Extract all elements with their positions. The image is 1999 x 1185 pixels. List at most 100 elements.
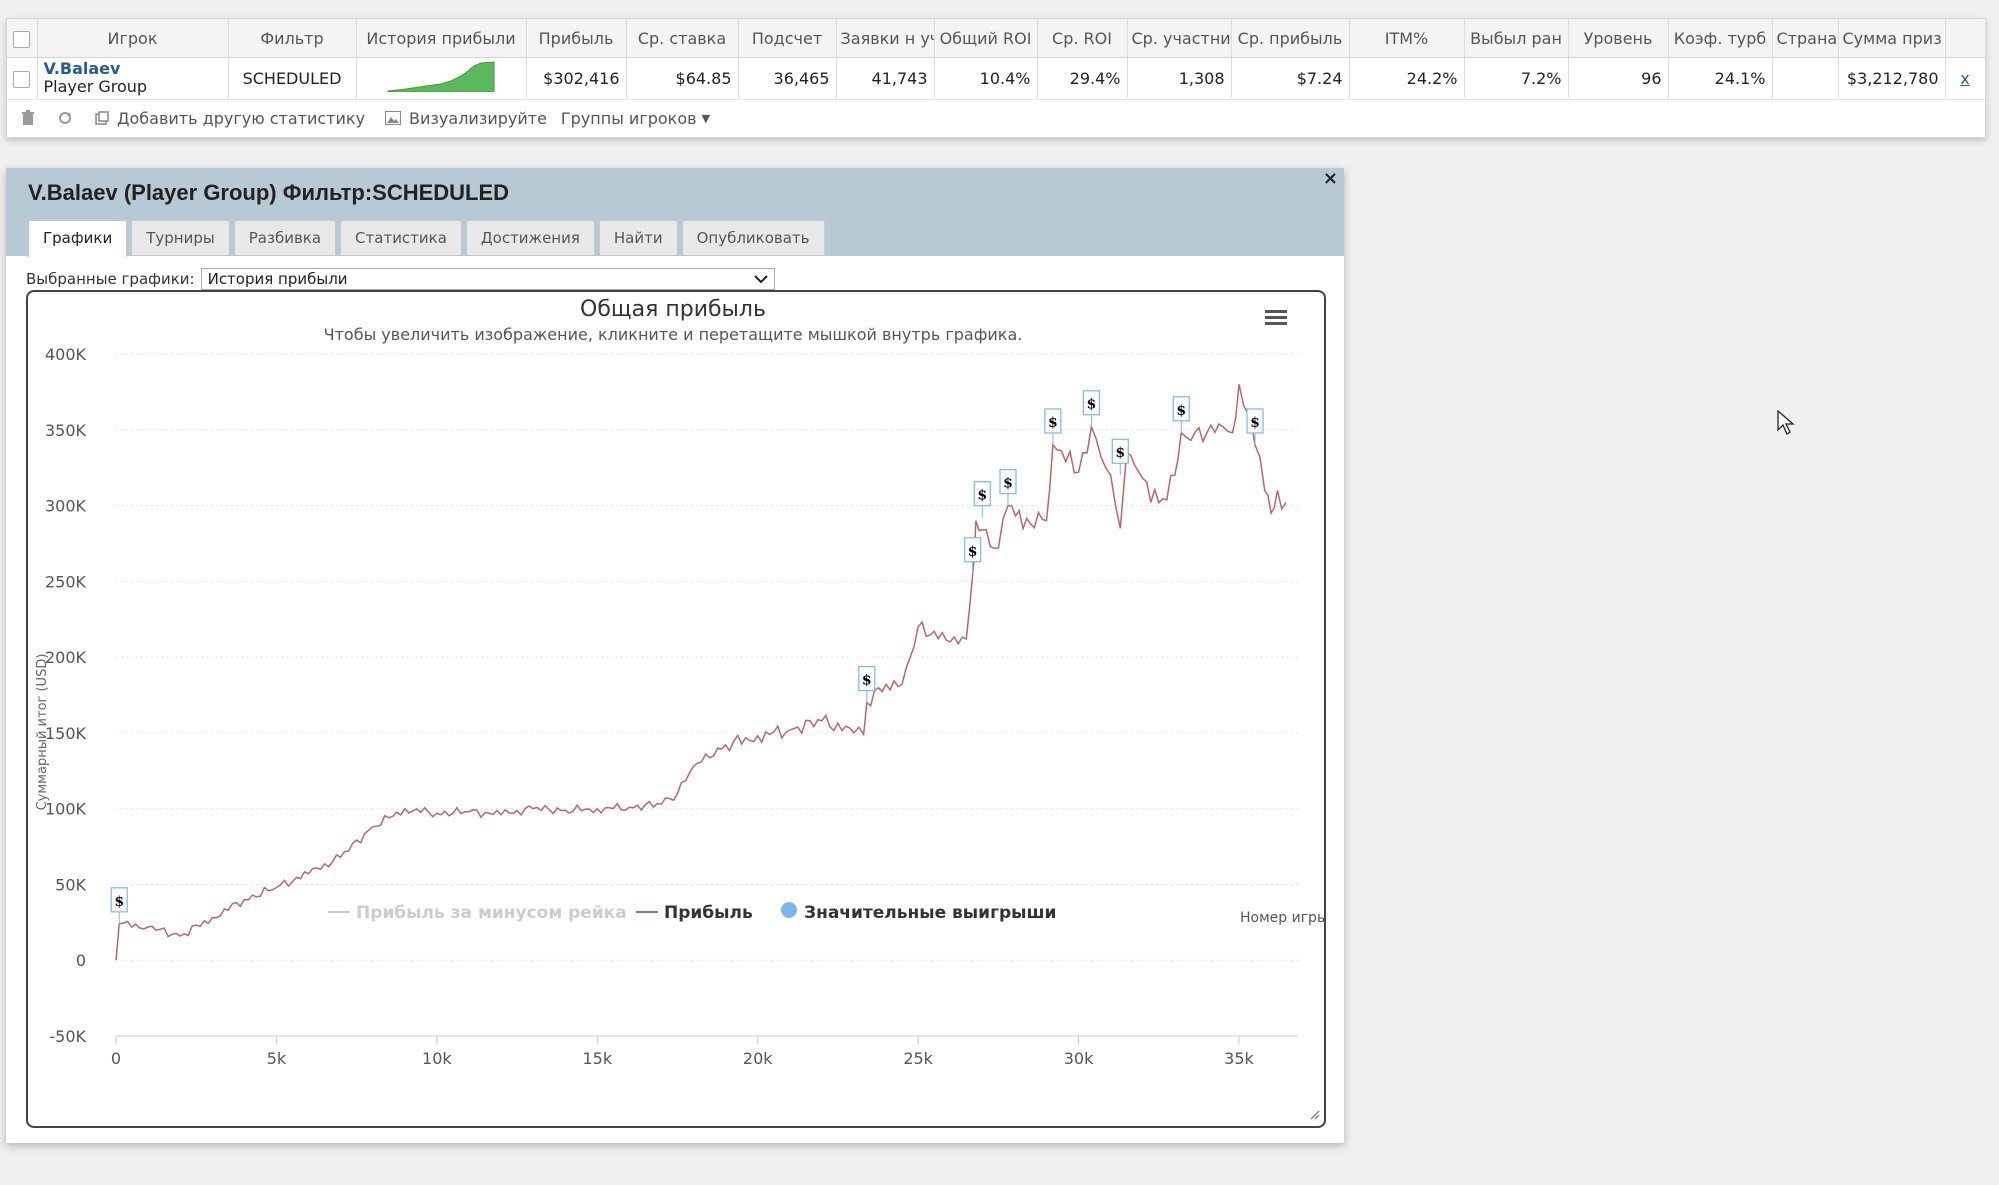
select-all-header[interactable] <box>7 19 38 58</box>
tab-breakdown[interactable]: Разбивка <box>233 220 337 255</box>
itm-cell: 24.2% <box>1349 57 1465 98</box>
big-win-marker[interactable]: $ <box>1246 408 1264 445</box>
remove-row-link[interactable]: x <box>1960 69 1969 88</box>
trash-icon[interactable] <box>21 110 35 126</box>
chevron-down-icon <box>753 275 768 284</box>
avg-profit-cell: $7.24 <box>1231 57 1350 98</box>
early-out-cell: 7.2% <box>1464 57 1569 98</box>
player-cell: V.Balaev Player Group <box>37 57 229 98</box>
mouse-cursor-icon <box>1777 410 1795 435</box>
column-header-total-roi[interactable]: Общий ROI <box>934 19 1038 58</box>
big-win-marker[interactable]: $ <box>973 481 991 518</box>
legend-item-rake[interactable]: Прибыль за минусом рейка <box>328 903 627 923</box>
x-tick-label: 25k <box>903 1049 933 1068</box>
tab-tournaments[interactable]: Турниры <box>131 220 230 255</box>
tab-search[interactable]: Найти <box>598 220 678 255</box>
big-win-label: $ <box>968 544 978 560</box>
chart-title: Общая прибыль <box>580 297 766 322</box>
add-stat-button[interactable]: Добавить другую статистику <box>95 109 365 128</box>
column-header-itm[interactable]: ITM% <box>1349 19 1465 58</box>
chart-container: -50K 0 50K 100K 150K 200K 250K 300K 350K 400K 0 5k… <box>26 290 1328 1128</box>
y-tick-label: 350K <box>45 421 87 440</box>
refresh-icon[interactable] <box>57 110 73 126</box>
x-tick-label: 30k <box>1064 1049 1094 1068</box>
row-select-cell[interactable] <box>7 57 38 98</box>
tab-charts[interactable]: Графики <box>28 220 128 257</box>
column-header-level[interactable]: Уровень <box>1568 19 1669 58</box>
y-tick-label: 0 <box>76 951 86 970</box>
avg-roi-cell: 29.4% <box>1037 57 1128 98</box>
big-win-label: $ <box>1250 415 1260 431</box>
column-header-player[interactable]: Игрок <box>37 19 229 58</box>
chart-select[interactable]: История прибыли <box>200 268 775 290</box>
tab-achievements[interactable]: Достижения <box>465 220 595 255</box>
filter-cell: SCHEDULED <box>228 57 357 98</box>
player-groups-dropdown[interactable]: Группы игроков ▼ <box>561 109 710 128</box>
big-win-marker[interactable]: $ <box>999 468 1017 506</box>
y-tick-label: 150K <box>45 724 87 743</box>
series-line-profit <box>115 384 1287 961</box>
chart-selector-row: Выбранные графики: История прибыли <box>26 268 775 290</box>
entries-cell: 41,743 <box>836 57 935 98</box>
stats-table: Игрок Фильтр История прибыли Прибыль Ср.… <box>7 19 1986 98</box>
column-header-count[interactable]: Подсчет <box>738 19 837 58</box>
dialog-title: V.Balaev (Player Group) Фильтр:SCHEDULED <box>28 180 510 205</box>
profit-chart[interactable]: -50K 0 50K 100K 150K 200K 250K 300K 350K 400K 0 5k… <box>28 292 1328 1126</box>
column-header-early-out[interactable]: Выбыл ран <box>1464 19 1569 58</box>
x-axis-ticks: 0 5k 10k 15k 20k 25k 30k 35k <box>111 1036 1255 1068</box>
tab-publish[interactable]: Опубликовать <box>681 220 825 255</box>
column-header-actions <box>1945 19 1986 58</box>
y-tick-label: 50K <box>55 875 86 894</box>
column-header-entries[interactable]: Заявки н уч <box>836 19 935 58</box>
big-win-label: $ <box>977 488 987 504</box>
picture-icon <box>385 111 402 125</box>
x-axis-label: Номер игры <box>1240 910 1324 926</box>
row-checkbox[interactable] <box>13 70 31 88</box>
big-win-label: $ <box>862 673 872 689</box>
big-win-marker[interactable]: $ <box>110 887 128 924</box>
legend-item-profit[interactable]: Прибыль <box>636 903 753 923</box>
big-win-marker[interactable]: $ <box>964 537 982 574</box>
column-header-filter[interactable]: Фильтр <box>228 19 357 58</box>
y-tick-label: 400K <box>45 345 87 364</box>
column-header-avg-profit[interactable]: Ср. прибыль <box>1231 19 1350 58</box>
profit-sparkline[interactable] <box>386 60 496 93</box>
column-header-avg-roi[interactable]: Ср. ROI <box>1037 19 1128 58</box>
column-header-country[interactable]: Страна <box>1772 19 1839 58</box>
legend-item-big-wins[interactable]: Значительные выигрыши <box>781 902 1056 923</box>
stats-toolbar: Добавить другую статистику Визуализируйт… <box>7 99 1985 136</box>
total-roi-cell: 10.4% <box>934 57 1038 98</box>
big-win-label: $ <box>1003 476 1013 492</box>
profit-history-cell <box>356 57 527 98</box>
select-all-checkbox[interactable] <box>13 30 31 48</box>
remove-cell: x <box>1945 57 1986 98</box>
column-header-profit-history[interactable]: История прибыли <box>356 19 527 58</box>
tab-statistics[interactable]: Статистика <box>340 220 462 255</box>
big-win-marker[interactable]: $ <box>1082 390 1101 427</box>
y-tick-label: 250K <box>45 572 87 591</box>
close-icon[interactable]: × <box>1323 168 1338 189</box>
player-groups-label: Группы игроков <box>560 108 697 128</box>
hamburger-menu-icon[interactable] <box>1265 310 1287 325</box>
big-win-marker[interactable]: $ <box>1044 408 1062 445</box>
y-tick-label: 200K <box>45 648 87 667</box>
sparkline-area <box>387 61 495 93</box>
big-win-label: $ <box>1176 403 1186 419</box>
column-header-avg-field[interactable]: Ср. участни <box>1127 19 1232 58</box>
player-name-link[interactable]: V.Balaev <box>44 60 222 78</box>
count-cell: 36,465 <box>738 57 837 98</box>
chart-subtitle: Чтобы увеличить изображение, кликните и … <box>324 325 1023 344</box>
column-header-prize-sum[interactable]: Сумма приз <box>1838 19 1946 58</box>
visualize-button[interactable]: Визуализируйте <box>385 109 547 128</box>
column-header-turbo-ratio[interactable]: Коэф. турб <box>1668 19 1773 58</box>
column-header-profit[interactable]: Прибыль <box>526 19 627 58</box>
table-header-row: Игрок Фильтр История прибыли Прибыль Ср.… <box>7 19 1986 58</box>
player-group-label: Player Group <box>43 77 148 96</box>
big-win-marker[interactable]: $ <box>1172 396 1190 433</box>
column-header-avg-stake[interactable]: Ср. ставка <box>626 19 739 58</box>
x-tick-label: 15k <box>582 1049 612 1068</box>
add-window-icon <box>95 111 109 125</box>
profit-cell: $302,416 <box>526 57 627 98</box>
resize-grip-icon[interactable] <box>1310 1110 1320 1120</box>
y-tick-label: -50K <box>49 1027 86 1046</box>
